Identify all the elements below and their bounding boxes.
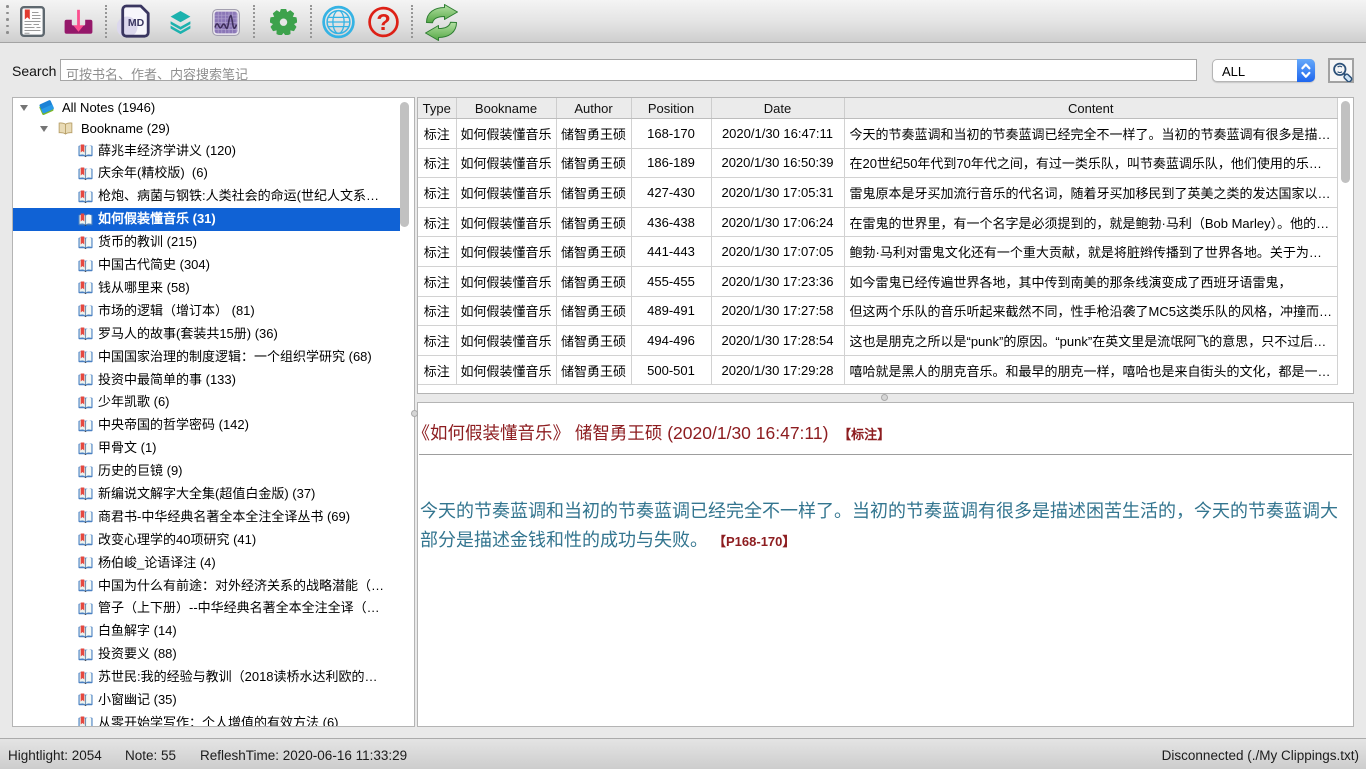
svg-text:?: ? [376, 9, 390, 35]
svg-text:MD: MD [128, 17, 145, 29]
